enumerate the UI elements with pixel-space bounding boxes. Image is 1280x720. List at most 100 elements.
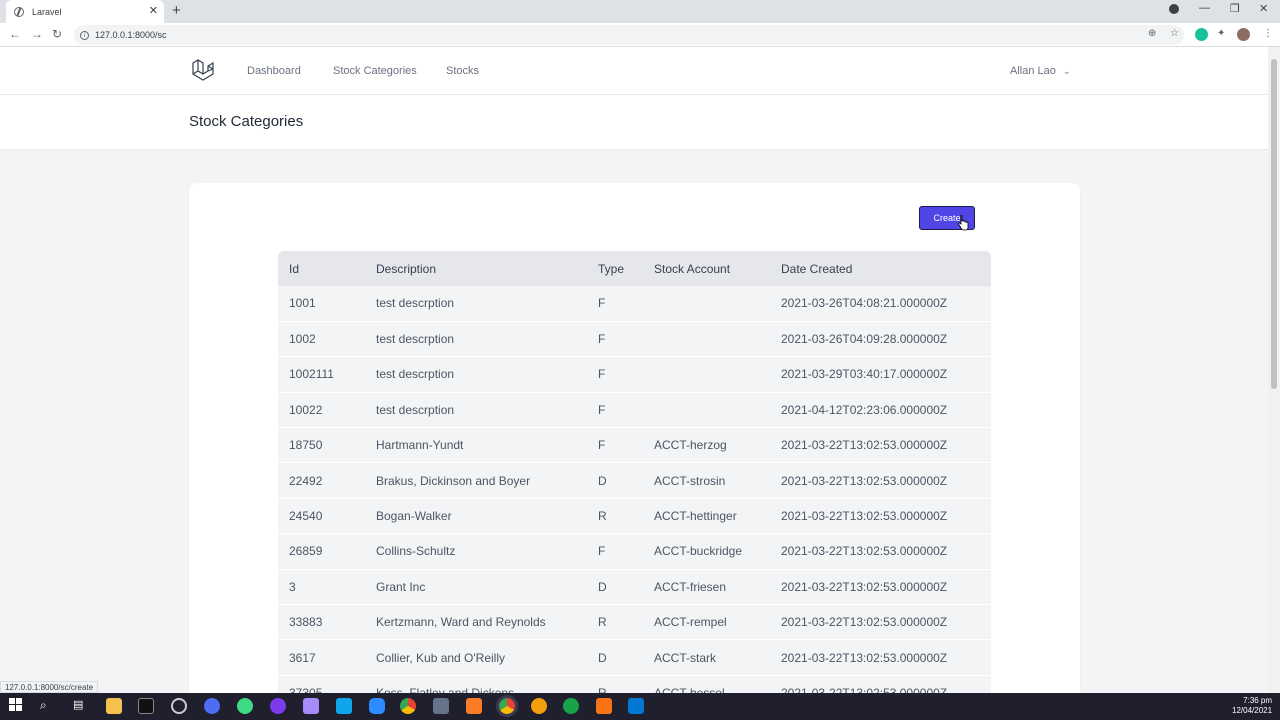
cell-date-created: 2021-03-26T04:09:28.000000Z (781, 332, 948, 347)
table-row: 1001 test descrption F 2021-03-26T04:08:21.… (278, 286, 991, 322)
app-icon-blue[interactable] (204, 698, 220, 714)
search-icon[interactable]: ⌕ (40, 698, 56, 714)
xampp-icon[interactable] (466, 698, 482, 714)
app-icon-hs[interactable] (563, 698, 579, 714)
clock-date: 12/04/2021 (1232, 706, 1273, 715)
browser-tabbar: Laravel ✕ + — ❐ ✕ (0, 0, 1280, 23)
url-field[interactable]: i 127.0.0.1:8000/sc (74, 25, 1184, 45)
nav-link-stock-categories[interactable]: Stock Categories (333, 65, 417, 77)
cell-description: Collier, Kub and O'Reilly (376, 650, 506, 665)
network-app-icon[interactable] (433, 698, 449, 714)
page-scrollbar[interactable] (1268, 47, 1280, 693)
user-name: Allan Lao (1010, 65, 1056, 77)
bookmark-star-icon[interactable]: ☆ (1170, 28, 1179, 39)
cell-stock-account: ACCT-stark (654, 650, 717, 665)
app-icon-window[interactable] (336, 698, 352, 714)
cell-description: Koss, Flatley and Dickens (376, 685, 515, 693)
zoom-icon[interactable]: ⊕ (1148, 28, 1156, 39)
cell-date-created: 2021-03-26T04:08:21.000000Z (781, 296, 948, 311)
android-studio-icon[interactable] (237, 698, 253, 714)
table-row: 24540 Bogan-Walker R ACCT-hettinger 2021-03-… (278, 498, 991, 534)
page-viewport: Dashboard Stock Categories Stocks Allan … (0, 47, 1268, 693)
cell-date-created: 2021-03-22T13:02:53.000000Z (781, 579, 948, 594)
file-explorer-icon[interactable] (106, 698, 122, 714)
table-row: 1002111 test descrption F 2021-03-29T03:40:… (278, 356, 991, 393)
chrome-icon[interactable] (400, 698, 416, 714)
content-card: Create Id Description Type Stock Account… (189, 183, 1080, 693)
cell-stock-account: ACCT-bessel (654, 685, 725, 693)
sublime-text-icon[interactable] (596, 698, 612, 714)
cell-type: R (598, 509, 607, 524)
cell-stock-account: ACCT-herzog (654, 438, 727, 453)
url-text: 127.0.0.1:8000/sc (95, 30, 167, 40)
column-header-date-created: Date Created (781, 261, 853, 276)
site-info-icon[interactable]: i (80, 30, 89, 40)
nav-link-stocks[interactable]: Stocks (446, 65, 479, 77)
cell-stock-account (643, 286, 770, 321)
cell-type: F (598, 544, 606, 559)
cell-id: 3617 (289, 650, 316, 665)
chrome-active-icon[interactable] (496, 695, 518, 717)
cell-id: 1002111 (289, 367, 334, 382)
cell-description: Collins-Schultz (376, 544, 456, 559)
grammarly-extension-icon[interactable] (1195, 28, 1208, 41)
more-menu-icon[interactable]: ⋮ (1263, 28, 1273, 39)
user-menu[interactable]: Allan Lao ⌄ (1010, 65, 1070, 77)
cell-date-created: 2021-03-22T13:02:53.000000Z (781, 615, 948, 630)
cell-stock-account (643, 357, 770, 392)
minimize-icon[interactable]: — (1199, 2, 1210, 14)
clock-time: 7:36 pm (1243, 696, 1273, 705)
restore-icon[interactable]: ❐ (1230, 2, 1240, 15)
profile-dropdown-icon[interactable] (1169, 4, 1179, 14)
terminal-icon[interactable] (138, 698, 154, 714)
column-header-description: Description (376, 261, 437, 276)
cell-id: 1002 (289, 332, 316, 347)
cell-description: Kertzmann, Ward and Reynolds (376, 615, 546, 630)
cell-stock-account: ACCT-buckridge (654, 544, 743, 559)
hand-cursor-icon (957, 215, 969, 231)
nav-link-dashboard[interactable]: Dashboard (247, 65, 301, 77)
tab-title: Laravel (32, 6, 62, 17)
cell-id: 1001 (289, 296, 316, 311)
windows-taskbar: ⌕ ▤ 7:36 pm 12/04/2021 (0, 693, 1280, 720)
cell-date-created: 2021-03-22T13:02:53.000000Z (781, 473, 948, 488)
window-close-icon[interactable]: ✕ (1259, 2, 1268, 15)
reload-icon[interactable]: ↻ (52, 27, 62, 41)
cell-stock-account: ACCT-rempel (654, 615, 727, 630)
cell-description: test descrption (376, 367, 455, 382)
cell-stock-account (643, 321, 770, 356)
cell-stock-account (643, 392, 770, 427)
cell-id: 22492 (289, 473, 323, 488)
cell-id: 3 (289, 579, 296, 594)
cell-type: R (598, 615, 607, 630)
cell-stock-account: ACCT-strosin (654, 473, 726, 488)
table-row: 18750 Hartmann-Yundt F ACCT-herzog 2021-03-2… (278, 427, 991, 463)
cell-type: F (598, 438, 606, 453)
browser-tab[interactable]: Laravel ✕ (6, 0, 164, 23)
app-icon-purple[interactable] (270, 698, 286, 714)
forward-icon[interactable]: → (31, 27, 43, 41)
chevron-down-icon: ⌄ (1062, 66, 1071, 76)
tab-close-icon[interactable]: ✕ (149, 4, 158, 17)
stock-categories-table: Id Description Type Stock Account Date C… (278, 251, 991, 693)
app-icon-circle[interactable] (171, 698, 187, 714)
cell-type: F (598, 402, 606, 417)
scrollbar-thumb[interactable] (1271, 59, 1277, 389)
new-tab-icon[interactable]: + (172, 2, 181, 19)
laravel-favicon-icon (14, 6, 24, 17)
windows-start-icon[interactable] (9, 698, 25, 714)
task-view-icon[interactable]: ▤ (73, 698, 89, 714)
zoom-app-icon[interactable] (369, 698, 385, 714)
cell-type: R (598, 685, 607, 693)
laravel-logo-icon[interactable] (190, 58, 216, 84)
back-icon[interactable]: ← (9, 27, 21, 41)
extensions-puzzle-icon[interactable]: ✦ (1217, 28, 1225, 39)
cell-description: Hartmann-Yundt (376, 438, 464, 453)
table-row: 37305 Koss, Flatley and Dickens R ACCT-bess… (278, 675, 991, 693)
app-icon-dolphin[interactable] (303, 698, 319, 714)
profile-avatar-icon[interactable] (1237, 28, 1250, 41)
system-clock[interactable]: 7:36 pm 12/04/2021 (1232, 696, 1272, 716)
vscode-icon[interactable] (628, 698, 644, 714)
app-icon-orange[interactable] (531, 698, 547, 714)
table-row: 33883 Kertzmann, Ward and Reynolds R ACCT-r… (278, 604, 991, 640)
